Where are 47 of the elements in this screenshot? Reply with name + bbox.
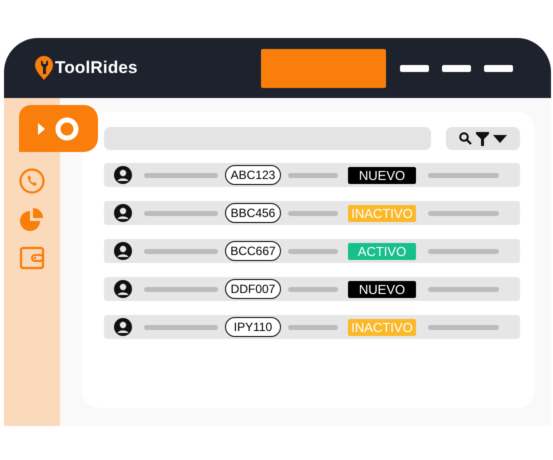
plate-tag: BBC456 <box>225 203 281 223</box>
user-avatar-icon <box>114 280 132 298</box>
text-placeholder-bar <box>288 286 338 292</box>
caret-icon <box>493 134 507 142</box>
sidebar-item[interactable] <box>19 246 45 270</box>
text-placeholder-bar <box>288 324 338 330</box>
plate-tag: IPY110 <box>225 317 281 337</box>
status-badge: NUEVO <box>348 280 416 298</box>
list-row[interactable]: ABC123 NUEVO <box>104 163 520 187</box>
status-badge: INACTIVO <box>348 318 416 336</box>
nav-link-bar[interactable] <box>400 64 429 72</box>
status-badge: INACTIVO <box>348 204 416 222</box>
wallet-icon <box>19 246 45 270</box>
list-row[interactable]: BCC667 ACTIVO <box>104 239 520 263</box>
plate-tag: DDF007 <box>225 279 281 299</box>
sidebar-item[interactable] <box>19 105 98 152</box>
text-placeholder-bar <box>288 172 338 178</box>
list-row[interactable]: BBC456 INACTIVO <box>104 201 520 225</box>
text-placeholder-bar <box>428 172 499 178</box>
status-badge: NUEVO <box>348 166 416 184</box>
sidebar-item[interactable] <box>19 168 45 194</box>
plate-tag: ABC123 <box>225 165 281 185</box>
text-placeholder-bar <box>428 324 499 330</box>
text-placeholder-bar <box>428 286 499 292</box>
filter-icon <box>476 132 489 146</box>
search-icon <box>459 132 472 145</box>
user-avatar-icon <box>114 204 132 222</box>
text-placeholder-bar <box>428 210 499 216</box>
user-avatar-icon <box>114 166 132 184</box>
text-placeholder-bar <box>428 248 499 254</box>
wrench-pin-logo-icon <box>34 55 54 81</box>
nav-link-bar[interactable] <box>484 64 513 72</box>
phone-icon <box>19 168 45 194</box>
plate-tag: BCC667 <box>225 241 281 261</box>
text-placeholder-bar <box>288 210 338 216</box>
brand-name: ToolRides <box>55 58 138 78</box>
user-avatar-icon <box>114 242 132 260</box>
user-avatar-icon <box>114 318 132 336</box>
status-badge: ACTIVO <box>348 242 416 260</box>
text-placeholder-bar <box>288 248 338 254</box>
sidebar-item[interactable] <box>19 207 45 233</box>
list-row[interactable]: IPY110 INACTIVO <box>104 315 520 339</box>
filter-button[interactable] <box>446 127 520 150</box>
nav-link-bar[interactable] <box>442 64 471 72</box>
pie-chart-icon <box>19 207 45 233</box>
list-row[interactable]: DDF007 NUEVO <box>104 277 520 301</box>
search-field[interactable] <box>104 127 431 150</box>
